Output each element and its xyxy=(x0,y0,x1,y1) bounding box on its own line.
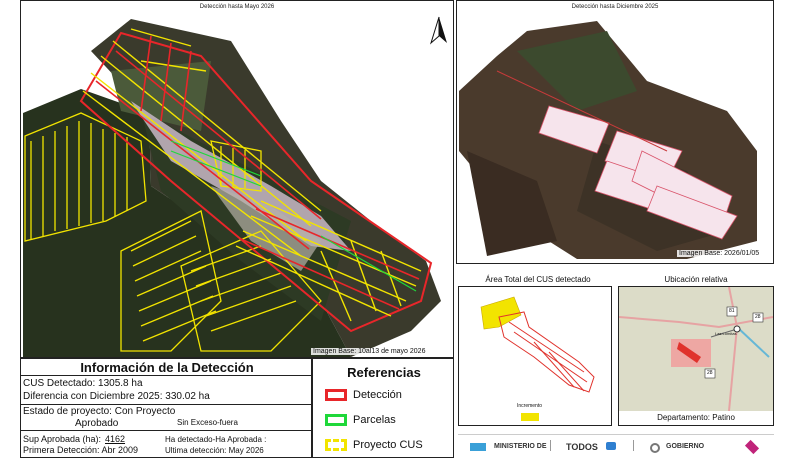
location-map[interactable] xyxy=(618,286,774,412)
ref-swatch-deteccion xyxy=(325,389,347,401)
todos-logo-text: TODOS xyxy=(566,442,598,452)
area-legend-swatch xyxy=(521,413,539,421)
references-panel: Referencias Detección Parcelas Proyecto … xyxy=(312,358,454,458)
info-primera: Primera Detección: Abr 2009 xyxy=(23,445,139,455)
location-footer: Departamento: Patino xyxy=(657,413,735,422)
ref-swatch-parcelas xyxy=(325,414,347,426)
main-map-caption: Imagen Base: 10al13 de mayo 2026 xyxy=(311,348,428,355)
road-label-2: 28 xyxy=(755,314,761,320)
info-exceso: Sin Exceso-fuera xyxy=(177,418,238,427)
gobierno-logo-text: GOBIERNO xyxy=(666,443,705,450)
december-map-frame: Detección hasta Diciembre 2025 Imagen Ba… xyxy=(456,0,774,264)
ministerio-logo-text: MINISTERIO DE xyxy=(494,443,547,450)
location-frame: Las Lomitas 81 28 28 Departamento: Patin… xyxy=(618,286,774,426)
info-cus: CUS Detectado: 1305.8 ha xyxy=(23,378,143,389)
gobierno-logo-icon xyxy=(650,443,660,453)
info-sup-label: Sup Aprobada (ha): xyxy=(23,434,102,444)
ref-item-deteccion: Detección xyxy=(325,389,402,401)
december-map-caption: Imagen Base: 2026/01/05 xyxy=(677,250,762,257)
info-heading: Información de la Detección xyxy=(80,360,254,375)
info-ultima: Ultima detección: May 2026 xyxy=(165,446,264,455)
area-total-frame: Incremento xyxy=(458,286,612,426)
info-sup-value: 4162 xyxy=(105,434,126,444)
road-label-1: 81 xyxy=(729,308,735,314)
north-arrow-icon xyxy=(429,15,449,45)
location-place-label: Las Lomitas xyxy=(715,331,737,336)
main-map-frame: Detección hasta Mayo 2026 Imagen Base: 1… xyxy=(20,0,454,358)
ref-item-parcelas: Parcelas xyxy=(325,414,396,426)
ref-item-proyecto: Proyecto CUS xyxy=(325,439,423,451)
ref-swatch-proyecto xyxy=(325,439,347,451)
info-ha-detectado: Ha detectado-Ha Aprobada : xyxy=(165,435,267,444)
main-map[interactable] xyxy=(21,1,453,357)
december-map[interactable] xyxy=(457,1,773,263)
info-diff: Diferencia con Diciembre 2025: 330.02 ha xyxy=(23,391,210,402)
logo-bar: MINISTERIO DE TODOS GOBIERNO xyxy=(458,434,774,455)
info-estado-2: Aprobado xyxy=(75,418,119,429)
province-logo-icon xyxy=(744,439,760,455)
ref-label-parcelas: Parcelas xyxy=(353,414,396,426)
todos-logo-icon xyxy=(606,442,616,450)
area-total-title: Área Total del CUS detectado xyxy=(485,275,591,284)
info-panel: Información de la Detección CUS Detectad… xyxy=(20,358,313,458)
location-title: Ubicación relativa xyxy=(664,275,728,284)
road-label-3: 28 xyxy=(707,370,713,376)
ref-label-proyecto: Proyecto CUS xyxy=(353,439,423,451)
area-legend-label: Incremento xyxy=(517,403,543,409)
info-estado-1: Estado de proyecto: Con Proyecto xyxy=(23,406,176,417)
ref-label-deteccion: Detección xyxy=(353,389,402,401)
references-heading: Referencias xyxy=(347,365,421,380)
